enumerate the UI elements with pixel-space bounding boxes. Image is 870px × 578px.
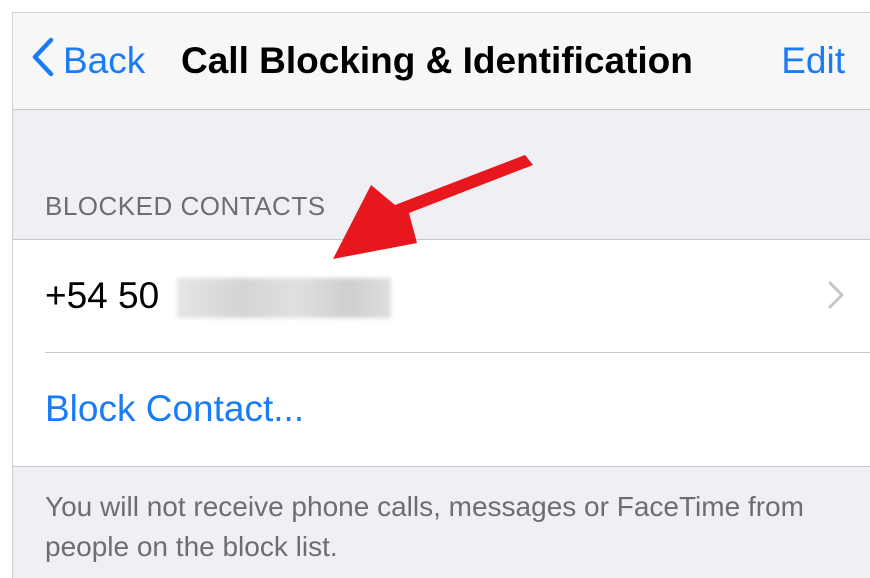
blocked-number-label: +54 50 xyxy=(45,275,160,316)
section-header-blocked-contacts: BLOCKED CONTACTS xyxy=(45,191,326,221)
block-contact-button[interactable]: Block Contact... xyxy=(13,353,870,465)
settings-screen: Back Call Blocking & Identification Edit… xyxy=(12,12,870,578)
chevron-right-icon xyxy=(827,280,845,315)
back-button[interactable]: Back xyxy=(31,37,146,86)
navigation-bar: Back Call Blocking & Identification Edit xyxy=(13,13,870,110)
redacted-number-blur xyxy=(177,278,391,318)
chevron-left-icon xyxy=(31,37,63,86)
edit-button[interactable]: Edit xyxy=(781,39,845,83)
page-title: Call Blocking & Identification xyxy=(181,40,693,81)
red-arrow-icon xyxy=(313,143,543,278)
footer-note: You will not receive phone calls, messag… xyxy=(45,491,804,562)
block-contact-label: Block Contact... xyxy=(45,388,305,429)
back-label: Back xyxy=(63,40,146,81)
